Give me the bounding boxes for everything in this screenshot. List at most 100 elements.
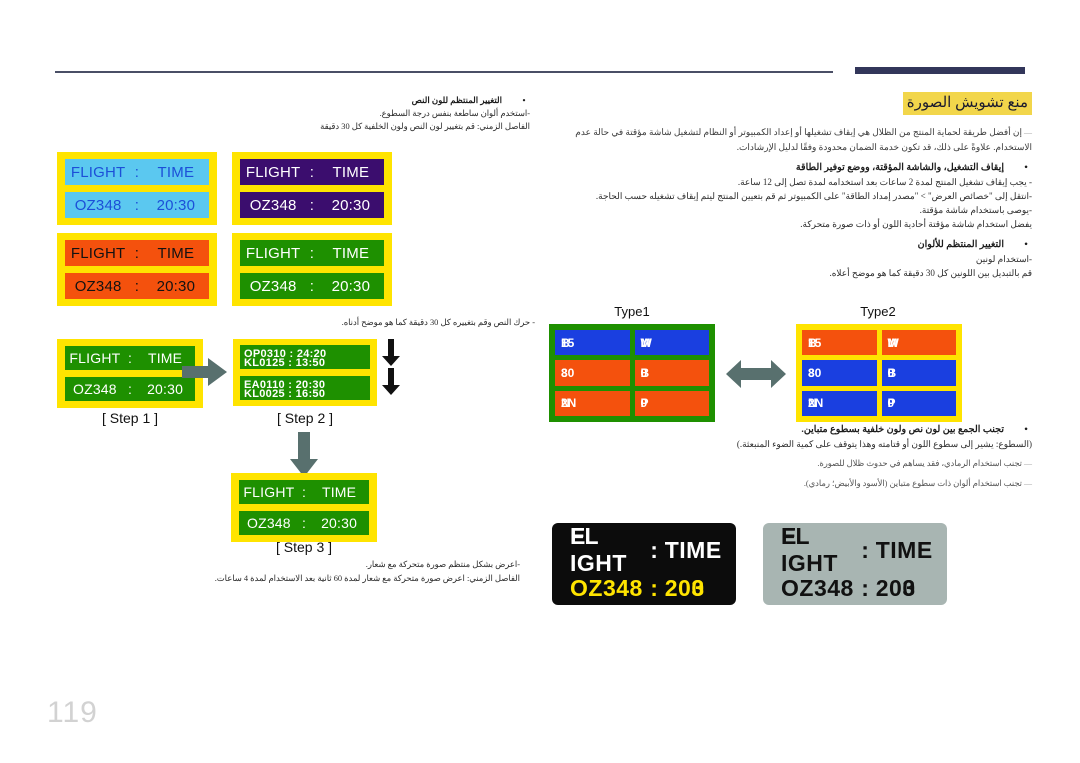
board-dark-header-row: FL E IGHT : TIME — [570, 523, 721, 576]
type1-cell-5: 2N N — [555, 390, 630, 416]
type2-cell-5-glyph: 2N N — [808, 396, 823, 411]
glyph-b: 8 — [808, 365, 815, 380]
time-part-3: 0 — [902, 574, 916, 601]
glyph-b: P — [887, 396, 896, 411]
flight-panel-header-row: FLIGHT : TIME — [65, 159, 209, 185]
bullet1-line-0: - يجب إيقاف تشغيل المنتج لمدة 2 ساعات بع… — [737, 177, 1032, 187]
type1-cell-6: 0 P — [634, 390, 709, 416]
left-bottom-line-1: الفاصل الزمني: اعرض صورة متحركة مع شعار … — [214, 574, 520, 583]
type2-cell-4-glyph: 0 B — [888, 366, 902, 380]
row-separator: : — [309, 277, 315, 295]
header-separator: : — [309, 163, 315, 181]
time-part-1: 20 — [875, 574, 903, 601]
type1-cell-3-glyph: 30 8 — [561, 366, 575, 380]
type2-cell-4: 0 B — [881, 360, 956, 386]
header-flight-label: FLIGHT — [245, 244, 301, 262]
bullet-dot-icon: • — [1024, 424, 1028, 435]
flight-code: OZ348 — [72, 381, 117, 397]
header-time-label: TIME — [157, 244, 195, 262]
step3-data-row: OZ348 : 20:30 — [239, 511, 369, 535]
flight-code: OZ348 — [249, 196, 297, 214]
flight-panel-data-row: OZ348 : 20:30 — [65, 273, 209, 299]
step2-row-1: OP0310 : 24:20 KL0125 : 13:50 — [240, 345, 370, 369]
type2-cell-5: 2N N — [802, 390, 877, 416]
step2-caption: [ Step 2 ] — [276, 410, 334, 426]
left-top-line-1: الفاصل الزمني: قم بتغيير لون النص ولون ا… — [320, 122, 530, 131]
type1-cell-1-glyph: B 15 — [561, 336, 575, 350]
row-separator: : — [127, 381, 133, 397]
glyph-b: W — [887, 335, 899, 350]
step2-panel: OP0310 : 24:20 KL0125 : 13:50 EA0110 : 2… — [233, 339, 377, 406]
board-dark-time-label: TIME — [664, 536, 722, 563]
bullet1-line-1: -انتقل إلى "خصائص العرض" > "مصدر إمداد ا… — [595, 191, 1032, 201]
flight-time: 20:30 — [331, 196, 371, 214]
bullet3-line-2: تجنب استخدام ألوان ذات سطوع متباين (الأس… — [548, 477, 1032, 491]
board-gray-time-label: TIME — [875, 536, 933, 563]
step1-data-row: OZ348 : 20:30 — [65, 377, 195, 401]
flight-panel-data-row: OZ348 : 20:30 — [65, 192, 209, 218]
bullet2-line-0: -استخدام لونين — [975, 254, 1032, 264]
glyph-e: E — [781, 523, 797, 549]
left-bottom-line-0: -اعرض بشكل منتظم صورة متحركة مع شعار. — [365, 560, 520, 569]
type2-cell-6: 0 P — [881, 390, 956, 416]
left-text-block-top: • التغيير المنتظم للون النص -استخدم ألوان… — [240, 94, 530, 133]
board-dark-flight-time: 203 0 — [665, 575, 718, 602]
type2-cell-2: M W — [881, 330, 956, 356]
glyph-b: B — [887, 365, 897, 380]
right-text-column-lower: • تجنب الجمع بين لون نص ولون خلفية بسطوع … — [548, 422, 1032, 491]
type2-cell-2-glyph: M W — [888, 336, 902, 350]
type1-cell-3: 30 8 — [555, 360, 630, 386]
row-separator: : — [134, 196, 140, 214]
step1-header-row: FLIGHT : TIME — [65, 346, 195, 370]
type2-cell-3: 30 8 — [802, 360, 877, 386]
type1-grid: B 15 M W 30 8 0 B 2N N 0 P — [549, 324, 715, 422]
board-gray-separator: : — [861, 536, 870, 563]
arrow-down-icon — [382, 339, 400, 366]
glyph-ight: IGHT — [781, 550, 838, 576]
flight-code: OZ348 — [74, 277, 122, 295]
section-title-row: منع تشويش الصورة — [548, 92, 1032, 115]
row-separator: : — [309, 196, 315, 214]
bullet-dot-icon: • — [1024, 239, 1028, 250]
header-time-label: TIME — [332, 244, 370, 262]
header-flight-label: FLIGHT — [245, 163, 301, 181]
step3-header-row: FLIGHT : TIME — [239, 480, 369, 504]
bullet-power-saving: • إيقاف التشغيل، والشاشة المؤقتة، ووضع تو… — [548, 160, 1032, 175]
header-separator: : — [127, 350, 133, 366]
arrow-right-icon — [182, 358, 227, 386]
type1-cell-1: B 15 — [555, 330, 630, 356]
board-gray-flight-time: 203 0 — [876, 575, 929, 602]
step3-caption: [ Step 3 ] — [275, 539, 333, 555]
type2-cell-1: B 15 — [802, 330, 877, 356]
step1-caption: [ Step 1 ] — [101, 410, 159, 426]
intro-paragraph: إن أفضل طريقة لحماية المنتج من الظلال هي… — [548, 125, 1032, 154]
bullet-color-change: • التغيير المنتظم للألوان — [548, 237, 1032, 252]
page-number: 119 — [47, 696, 98, 729]
board-dark-data-row: OZ348 : 203 0 — [570, 573, 718, 603]
glyph-b: N — [561, 396, 570, 411]
flight-panel-header-row: FLIGHT : TIME — [65, 240, 209, 266]
display-board-dark: FL E IGHT : TIME OZ348 : 203 0 — [552, 523, 736, 605]
header-flight-label: FLIGHT — [243, 484, 295, 500]
type2-cell-6-glyph: 0 P — [888, 396, 902, 410]
flight-time: 20:30 — [156, 277, 196, 295]
page-title: منع تشويش الصورة — [902, 92, 1032, 115]
glyph-e: E — [570, 523, 586, 549]
type2-cell-3-glyph: 30 8 — [808, 366, 822, 380]
step2-row-2: EA0110 : 20:30 KL0025 : 16:50 — [240, 376, 370, 400]
bullet1-line-2: -يوصى باستخدام شاشة مؤقتة. — [919, 205, 1032, 215]
glyph-b: P — [640, 396, 649, 411]
type2-label: Type2 — [860, 304, 896, 319]
bullet-power-saving-label: إيقاف التشغيل، والشاشة المؤقتة، ووضع توف… — [795, 162, 1004, 173]
header-separator: : — [134, 163, 140, 181]
glyph-b: W — [640, 335, 652, 350]
glyph-b: N — [808, 396, 817, 411]
step2-row-1-bottom: KL0125 : 13:50 — [244, 357, 326, 369]
flight-panel-purple: FLIGHT : TIME OZ348 : 20:30 — [232, 152, 392, 225]
flight-panel-green: FLIGHT : TIME OZ348 : 20:30 — [232, 233, 392, 306]
header-rule-right — [855, 67, 1025, 74]
bullet-dot-icon: • — [522, 95, 526, 105]
header-separator: : — [309, 244, 315, 262]
board-dark-row-separator: : — [650, 574, 659, 601]
bullet-text-color-label: التغيير المنتظم للون النص — [411, 95, 502, 105]
